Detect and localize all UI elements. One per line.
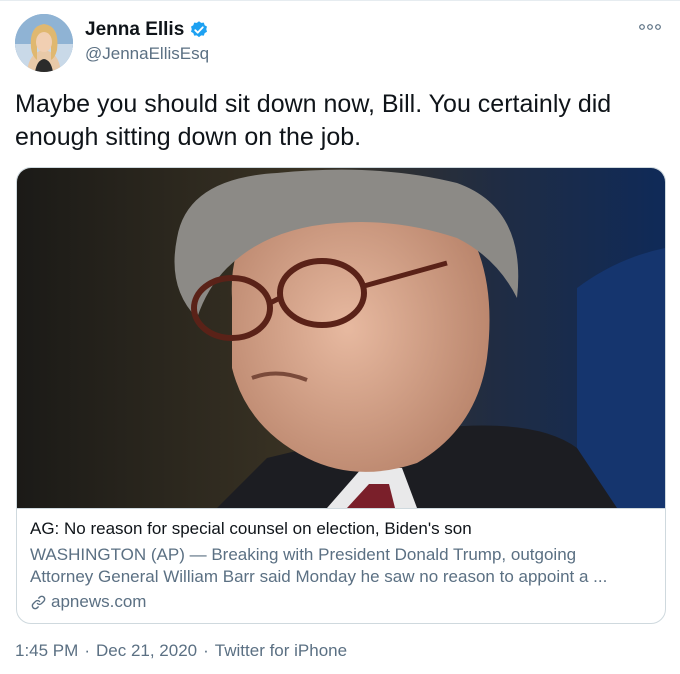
card-description: WASHINGTON (AP) — Breaking with Presiden… [30, 544, 655, 588]
card-body[interactable]: AG: No reason for special counsel on ele… [17, 508, 665, 623]
tweet-time[interactable]: 1:45 PM [15, 641, 78, 661]
tweet-source[interactable]: Twitter for iPhone [215, 641, 347, 661]
news-photo-icon [17, 168, 665, 508]
avatar[interactable] [15, 14, 73, 72]
author-name-row[interactable]: Jenna Ellis [85, 19, 209, 41]
tweet-text: Maybe you should sit down now, Bill. You… [15, 90, 612, 151]
tweet-date[interactable]: Dec 21, 2020 [96, 641, 197, 661]
separator: · [84, 641, 90, 660]
card-domain-text[interactable]: apnews.com [51, 592, 146, 612]
tweet-metadata: 1:45 PM · Dec 21, 2020 · Twitter for iPh… [15, 641, 347, 661]
verified-badge-icon [191, 21, 208, 38]
top-divider [0, 0, 680, 1]
author-handle[interactable]: @JennaEllisEsq [85, 44, 209, 64]
more-options-icon[interactable] [638, 22, 662, 32]
link-preview-card[interactable]: AG: No reason for special counsel on ele… [16, 167, 666, 624]
separator: · [203, 641, 209, 660]
card-title[interactable]: AG: No reason for special counsel on ele… [30, 519, 472, 539]
card-description-line-1: WASHINGTON (AP) — Breaking with Presiden… [30, 545, 577, 564]
author-name[interactable]: Jenna Ellis [85, 19, 184, 41]
card-image[interactable] [17, 168, 665, 508]
card-domain[interactable]: apnews.com [30, 592, 146, 612]
link-icon [31, 595, 46, 609]
card-description-line-2: Attorney General William Barr said Monda… [30, 567, 608, 586]
profile-photo-icon [15, 14, 73, 72]
